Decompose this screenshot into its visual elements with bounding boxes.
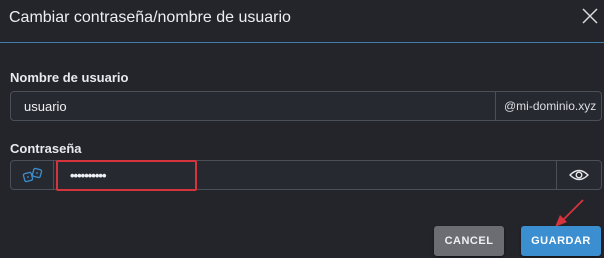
password-highlight	[56, 160, 197, 191]
save-button[interactable]: GUARDAR	[521, 226, 601, 256]
username-input[interactable]	[24, 98, 484, 114]
domain-suffix: @mi-dominio.xyz	[504, 99, 597, 113]
password-label: Contraseña	[10, 141, 82, 156]
annotation-arrow	[555, 199, 584, 227]
eye-icon[interactable]	[569, 167, 589, 183]
close-icon[interactable]	[579, 5, 601, 27]
dialog-header: Cambiar contraseña/nombre de usuario	[0, 0, 604, 43]
password-left-divider	[53, 161, 54, 189]
dice-icon[interactable]	[22, 166, 44, 186]
username-divider	[495, 92, 496, 120]
username-field: @mi-dominio.xyz	[10, 91, 602, 121]
dialog-title: Cambiar contraseña/nombre de usuario	[9, 9, 291, 26]
change-credentials-dialog: Cambiar contraseña/nombre de usuario Nom…	[0, 0, 604, 258]
username-label: Nombre de usuario	[10, 70, 129, 85]
cancel-button[interactable]: CANCEL	[434, 226, 504, 256]
password-right-divider	[556, 161, 557, 189]
